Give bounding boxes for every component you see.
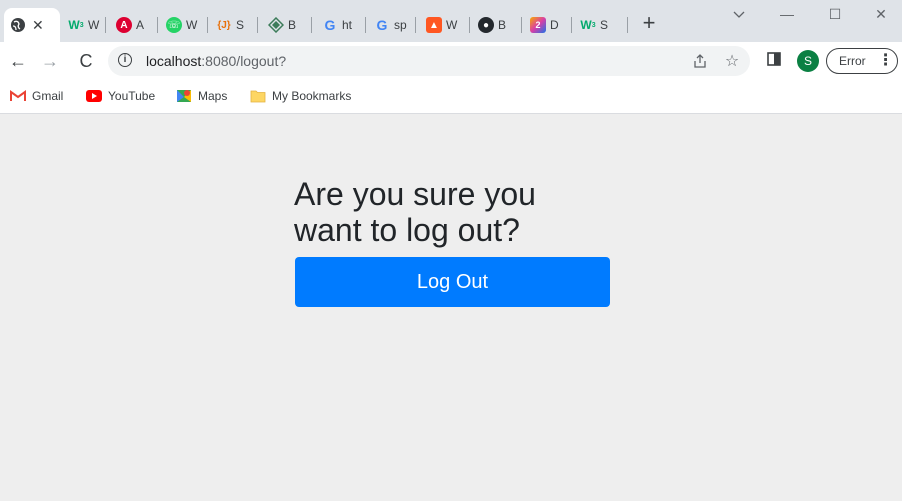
- tab-title: W: [446, 18, 458, 32]
- side-panel-icon: [767, 51, 781, 71]
- avatar[interactable]: S: [797, 50, 819, 72]
- youtube-icon: [86, 89, 102, 103]
- tab-title: ht: [342, 18, 353, 32]
- plus-icon: +: [642, 10, 656, 35]
- tab-title: D: [550, 18, 559, 32]
- browser-toolbar: ← → C i localhost:8080/logout? ☆ S Error…: [0, 42, 902, 80]
- more-vert-icon: ⋮: [877, 52, 894, 69]
- google-icon: G: [324, 17, 336, 33]
- tab-title: W: [186, 18, 198, 32]
- bookmark-folder-my-bookmarks[interactable]: My Bookmarks: [250, 87, 351, 105]
- tab-github[interactable]: ● B: [472, 8, 522, 42]
- minimize-button[interactable]: —: [764, 0, 810, 28]
- tab-google-1[interactable]: G ht: [316, 8, 366, 42]
- forward-button[interactable]: →: [36, 47, 64, 75]
- github-icon: ●: [478, 17, 494, 33]
- address-url[interactable]: localhost:8080/logout?: [146, 53, 286, 69]
- tab-w3schools-2[interactable]: W3 S: [574, 8, 628, 42]
- tab-vercel[interactable]: ▲ W: [420, 8, 470, 42]
- share-icon[interactable]: [690, 51, 710, 71]
- url-path: :8080/logout?: [201, 53, 287, 69]
- reload-icon: C: [79, 50, 93, 71]
- bookmarks-bar: Gmail YouTube Maps My Bookmarks: [0, 80, 902, 114]
- tab-title: S: [600, 18, 609, 32]
- vercel-icon: ▲: [426, 17, 442, 33]
- error-button[interactable]: Error ⋮: [826, 48, 898, 74]
- minimize-icon: —: [780, 6, 794, 22]
- tab-whatsapp[interactable]: ☏ W: [160, 8, 208, 42]
- tab-title: B: [498, 18, 507, 32]
- close-tab-icon[interactable]: ✕: [32, 17, 44, 34]
- arrow-left-icon: ←: [9, 50, 27, 71]
- star-icon[interactable]: ☆: [722, 51, 742, 71]
- tab-title: S: [236, 18, 245, 32]
- diamond-icon: [268, 17, 284, 33]
- tab-google-2[interactable]: G sp: [368, 8, 416, 42]
- tab-title: B: [288, 18, 297, 32]
- tab-active[interactable]: ✕: [4, 8, 60, 42]
- address-bar[interactable]: i localhost:8080/logout? ☆: [108, 46, 750, 76]
- bookmark-youtube[interactable]: YouTube: [86, 87, 155, 105]
- close-window-button[interactable]: ✕: [858, 0, 902, 28]
- globe-icon: [10, 17, 26, 33]
- tab-jsonplaceholder[interactable]: {J} S: [210, 8, 258, 42]
- maximize-button[interactable]: ☐: [812, 0, 858, 28]
- google-icon: G: [376, 17, 388, 33]
- page-content: Are you sure you want to log out? Log Ou…: [0, 114, 902, 501]
- arrow-right-icon: →: [41, 50, 59, 71]
- close-icon: ✕: [875, 5, 887, 22]
- side-panel-button[interactable]: [760, 47, 788, 75]
- page-title: Are you sure you want to log out?: [294, 176, 536, 248]
- new-tab-button[interactable]: +: [636, 10, 662, 36]
- maps-icon: [176, 89, 192, 103]
- bookmark-maps[interactable]: Maps: [176, 87, 227, 105]
- bookmark-gmail[interactable]: Gmail: [10, 87, 63, 105]
- bookmark-label: Gmail: [32, 89, 64, 103]
- chevron-down-icon: [733, 6, 745, 22]
- app-icon: 2: [530, 17, 546, 33]
- tab-w3schools-1[interactable]: W3 W: [62, 8, 106, 42]
- url-host: localhost: [146, 53, 202, 69]
- tab-search-button[interactable]: [716, 0, 762, 28]
- maximize-icon: ☐: [828, 5, 842, 22]
- logout-button[interactable]: Log Out: [295, 257, 610, 307]
- folder-icon: [250, 89, 266, 103]
- angular-icon: A: [116, 17, 132, 33]
- info-icon[interactable]: i: [118, 53, 132, 67]
- w3schools-icon: W3: [68, 18, 84, 32]
- reload-button[interactable]: C: [72, 47, 100, 75]
- tab-angular[interactable]: A A: [110, 8, 158, 42]
- w3schools-icon: W3: [580, 18, 596, 32]
- tab-diamond[interactable]: B: [262, 8, 312, 42]
- tab-title: A: [136, 18, 145, 32]
- tab-title: W: [88, 18, 100, 32]
- tab-strip: ✕ W3 W A A ☏ W {J} S B G ht G sp ▲ W ● B…: [0, 0, 902, 42]
- bookmark-label: My Bookmarks: [272, 89, 352, 103]
- bookmark-label: Maps: [198, 89, 228, 103]
- back-button[interactable]: ←: [4, 47, 32, 75]
- error-label: Error: [839, 54, 866, 68]
- bookmark-label: YouTube: [108, 89, 156, 103]
- whatsapp-icon: ☏: [166, 17, 182, 33]
- tab-title: sp: [394, 18, 407, 32]
- gmail-icon: [10, 89, 26, 103]
- tab-app[interactable]: 2 D: [524, 8, 572, 42]
- jsonplaceholder-icon: {J}: [217, 19, 231, 31]
